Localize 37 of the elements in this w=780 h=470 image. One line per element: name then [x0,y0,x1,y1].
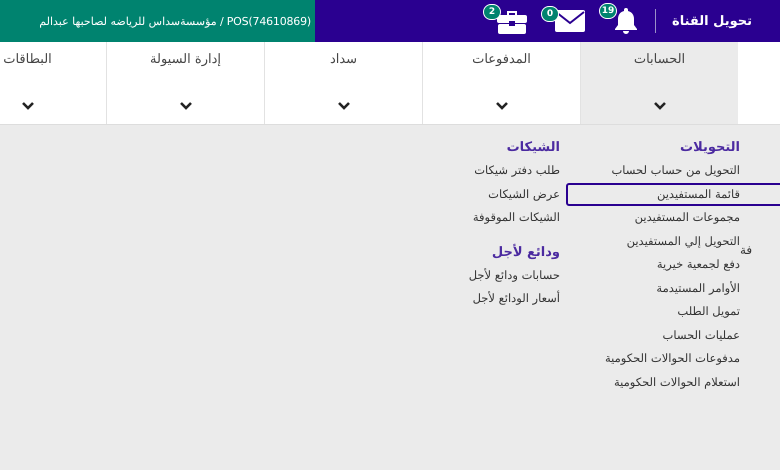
menu-link[interactable]: استعلام الحوالات الحكومية [572,370,740,394]
menu-link[interactable]: تمويل الطلب [572,300,740,324]
menu-link[interactable]: عمليات الحساب [572,324,740,347]
menu-link[interactable]: الأوامر المستيدمة [572,276,740,300]
chevron-down-icon [22,102,34,110]
menu-group-title: ودائع لأجل [490,242,560,262]
menu-link[interactable]: طلب دفتر شيكات [440,159,560,182]
menu-link[interactable]: مدفوعات الحوالات الحكومية [572,347,740,370]
count-badge: 19 [599,3,618,19]
nav-tab[interactable]: الحسابات [580,42,738,124]
envelope-icon [555,10,586,32]
menu-link[interactable]: فة [740,243,752,257]
chevron-down-icon [338,102,350,110]
bell-icon [613,7,640,35]
menu-group-title: التحويلات [679,139,740,157]
menu-group-title: الشيكات [506,139,560,157]
menu-link[interactable]: دفع لجمعية خيرية [572,253,740,276]
menu-link[interactable]: حسابات ودائع لأجل [440,264,560,287]
account-name: POS(74610869) / مؤسسةسداس للرياضه لصاحبها عبدالم [39,14,311,28]
menu-link[interactable]: عرض الشيكات [440,182,560,206]
menu-link[interactable]: أسعار الودائع لأجل [440,287,560,310]
menu-link[interactable]: التحويل من حساب لحساب [572,159,740,182]
chevron-down-icon [496,102,508,110]
menu-link[interactable]: التحويل إلي المستفيدين [572,230,740,253]
menu-link[interactable]: الشيكات الموقوفة [440,206,560,230]
nav-tab[interactable]: سداد [264,42,422,124]
briefcase-icon [497,8,528,34]
chevron-down-icon [180,102,192,110]
menu-link[interactable]: قائمة المستفيدين [566,182,780,206]
count-badge: 0 [541,6,560,22]
count-badge: 2 [483,4,502,20]
menu-link[interactable]: مجموعات المستفيدين [572,206,740,230]
nav-tab[interactable]: البطاقات [0,42,106,124]
channel-switch-link[interactable]: تحويل القناة [672,14,752,28]
chevron-down-icon [654,102,666,110]
nav-tab[interactable]: المدفوعات [422,42,580,124]
nav-tab[interactable]: إدارة السيولة [106,42,264,124]
